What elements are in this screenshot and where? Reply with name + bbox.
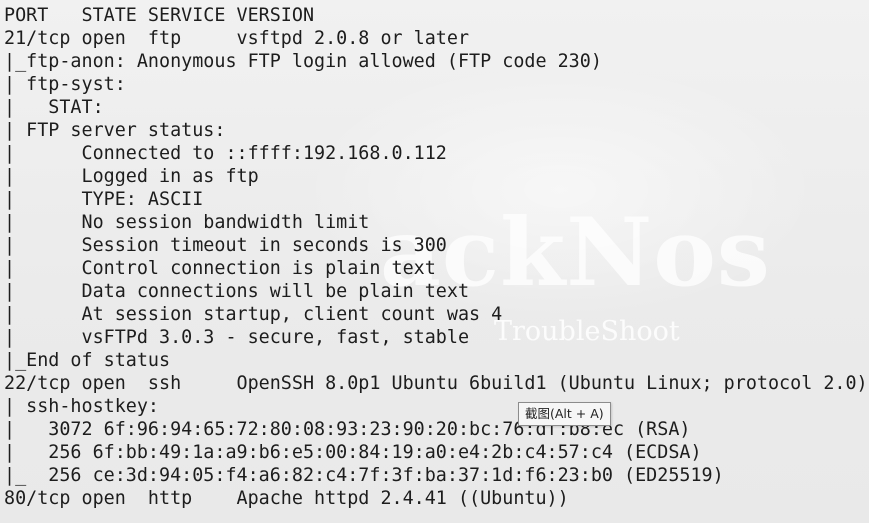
terminal-line: | ssh-hostkey: — [4, 396, 171, 417]
terminal-line: | TYPE: ASCII — [4, 189, 204, 210]
terminal-line: | Control connection is plain text — [4, 258, 436, 279]
terminal-line: | vsFTPd 3.0.3 - secure, fast, stable — [4, 327, 470, 348]
terminal-line: | At session startup, client count was 4 — [4, 304, 503, 325]
terminal-line: | 3072 6f:96:94:65:72:80:08:93:23:90:20:… — [4, 419, 691, 440]
terminal-line: | Logged in as ftp — [4, 166, 259, 187]
terminal-line: PORT STATE SERVICE VERSION — [4, 5, 315, 26]
terminal-line: | STAT: — [4, 97, 115, 118]
terminal-line: | Data connections will be plain text — [4, 281, 470, 302]
terminal-line: |_ftp-anon: Anonymous FTP login allowed … — [4, 51, 602, 72]
terminal-line: 80/tcp open http Apache httpd 2.4.41 ((U… — [4, 488, 569, 509]
terminal-line: | ftp-syst: — [4, 74, 137, 95]
terminal-line: | No session bandwidth limit — [4, 212, 370, 233]
terminal-line: |_End of status — [4, 350, 171, 371]
screenshot-shortcut-tooltip: 截图(Alt + A) — [518, 402, 611, 426]
terminal-line: | FTP server status: — [4, 120, 226, 141]
terminal-line: 22/tcp open ssh OpenSSH 8.0p1 Ubuntu 6bu… — [4, 373, 868, 394]
terminal-line: 21/tcp open ftp vsftpd 2.0.8 or later — [4, 28, 470, 49]
terminal-output: PORT STATE SERVICE VERSION 21/tcp open ft… — [4, 4, 868, 510]
terminal-line: | Session timeout in seconds is 300 — [4, 235, 447, 256]
terminal-line: | Connected to ::ffff:192.168.0.112 — [4, 143, 447, 164]
terminal-line: |_ 256 ce:3d:94:05:f4:a6:82:c4:7f:3f:ba:… — [4, 465, 724, 486]
terminal-window[interactable]: ackNos TroubleShoot PORT STATE SERVICE V… — [0, 0, 869, 523]
terminal-line: | 256 6f:bb:49:1a:a9:b6:e5:00:84:19:a0:e… — [4, 442, 702, 463]
